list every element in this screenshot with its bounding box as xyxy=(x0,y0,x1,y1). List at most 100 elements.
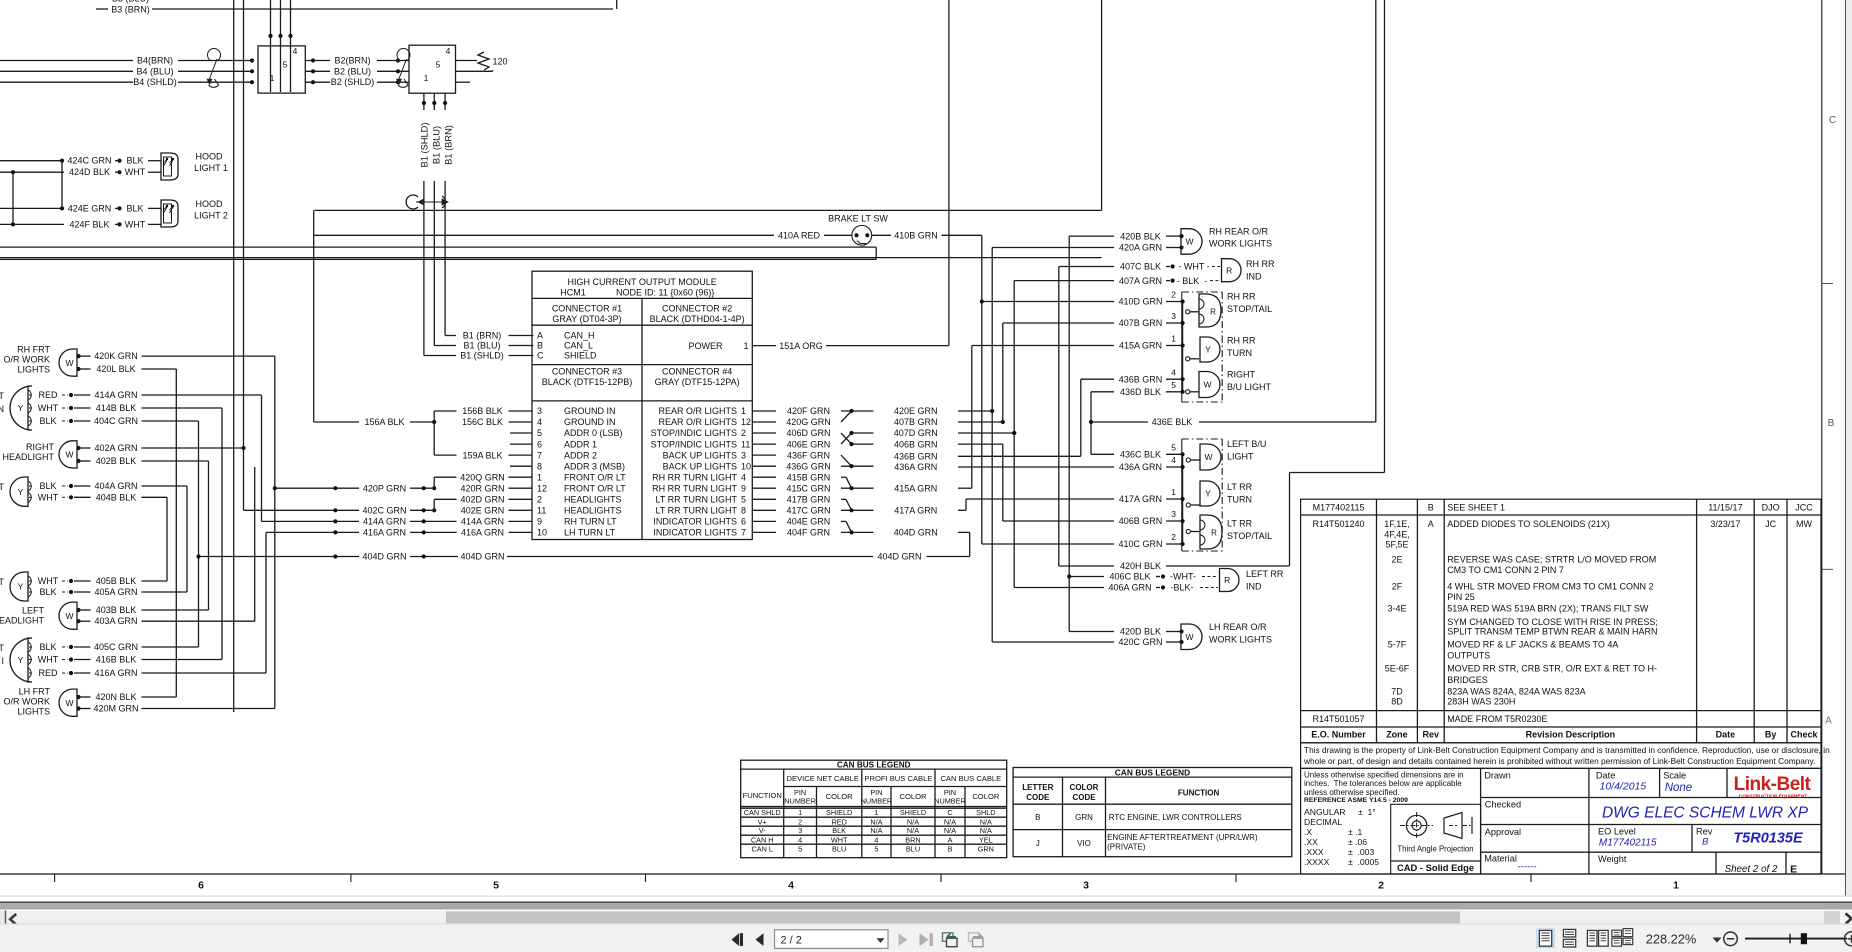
svg-text:5: 5 xyxy=(493,880,499,892)
svg-text:RTC ENGINE, LWR CONTROLLERS: RTC ENGINE, LWR CONTROLLERS xyxy=(1109,813,1242,822)
svg-text:2: 2 xyxy=(798,817,802,826)
svg-text:MOVED RR STR, CRB STR, O/R EXT: MOVED RR STR, CRB STR, O/R EXT & RET TO … xyxy=(1447,664,1657,674)
svg-text:± 1°: ± 1° xyxy=(1358,807,1376,817)
svg-text:420L BLK: 420L BLK xyxy=(96,364,135,374)
svg-text:CONNECTOR #2: CONNECTOR #2 xyxy=(662,303,732,313)
svg-text:WHT: WHT xyxy=(38,403,59,413)
svg-text:B1 (BRN): B1 (BRN) xyxy=(444,125,454,165)
svg-text:W: W xyxy=(1203,380,1211,390)
svg-text:420E GRN: 420E GRN xyxy=(894,406,938,416)
svg-text:.XX: .XX xyxy=(1304,837,1318,847)
svg-text:N/A: N/A xyxy=(980,826,992,835)
svg-text:MW: MW xyxy=(1796,519,1812,529)
svg-text:402E GRN: 402E GRN xyxy=(461,506,505,516)
svg-text:WHT: WHT xyxy=(38,576,59,586)
svg-text:1F,1E,: 1F,1E, xyxy=(1384,519,1410,529)
svg-text:------: ------ xyxy=(1518,862,1537,873)
svg-text:WHT: WHT xyxy=(125,219,146,229)
svg-text:M177402115: M177402115 xyxy=(1599,837,1657,848)
svg-text:BLK: BLK xyxy=(39,416,56,426)
svg-text:RIGHT: RIGHT xyxy=(26,442,55,452)
svg-text:B: B xyxy=(1035,813,1040,822)
svg-text:LT RR TURN LIGHT: LT RR TURN LIGHT xyxy=(655,506,737,516)
svg-text:5: 5 xyxy=(283,60,288,70)
svg-text:COLOR: COLOR xyxy=(899,792,927,801)
svg-text:1: 1 xyxy=(1171,487,1176,497)
svg-text:1: 1 xyxy=(741,406,746,416)
svg-text:420B BLK: 420B BLK xyxy=(1120,231,1161,241)
svg-text:420A GRN: 420A GRN xyxy=(1119,243,1162,253)
svg-text:EO Level: EO Level xyxy=(1598,827,1636,837)
svg-text:B: B xyxy=(537,341,543,351)
svg-text:W: W xyxy=(65,698,73,708)
svg-text:SHIELD: SHIELD xyxy=(564,351,597,361)
svg-text:436C BLK: 436C BLK xyxy=(1120,450,1161,460)
svg-text:404F GRN: 404F GRN xyxy=(787,528,830,538)
svg-text:2F: 2F xyxy=(1392,582,1403,592)
svg-text:2E: 2E xyxy=(1391,555,1402,565)
svg-text:REAR O/R LIGHTS: REAR O/R LIGHTS xyxy=(658,417,737,427)
svg-text:R: R xyxy=(1210,308,1216,317)
svg-text:DEVICE NET CABLE: DEVICE NET CABLE xyxy=(787,774,859,783)
svg-text:CAN L: CAN L xyxy=(751,844,773,853)
svg-text:B1 (BRN): B1 (BRN) xyxy=(463,331,502,341)
svg-text:B4 (SHLD): B4 (SHLD) xyxy=(133,77,177,87)
svg-text:402B BLK: 402B BLK xyxy=(96,456,137,466)
svg-text:403B BLK: 403B BLK xyxy=(96,605,137,615)
svg-text:.XXXX: .XXXX xyxy=(1304,857,1330,867)
svg-text:406B GRN: 406B GRN xyxy=(1119,516,1163,526)
svg-text:N/A: N/A xyxy=(944,826,956,835)
svg-text:424D BLK: 424D BLK xyxy=(69,167,110,177)
svg-text:LIGHTS: LIGHTS xyxy=(17,365,50,375)
svg-text:INDICATOR LIGHTS: INDICATOR LIGHTS xyxy=(653,517,737,527)
svg-text:11/15/17: 11/15/17 xyxy=(1708,502,1742,512)
svg-text:HIGH CURRENT OUTPUT MODULE: HIGH CURRENT OUTPUT MODULE xyxy=(568,277,717,287)
svg-text:6: 6 xyxy=(741,517,746,527)
svg-text:4: 4 xyxy=(446,46,451,56)
svg-text:Approval: Approval xyxy=(1485,827,1521,837)
svg-text:RED: RED xyxy=(38,668,58,678)
svg-text:5E-6F: 5E-6F xyxy=(1385,664,1410,674)
svg-text:B2 (BLU): B2 (BLU) xyxy=(334,66,371,76)
svg-text:C: C xyxy=(537,351,544,361)
svg-text:COLOR: COLOR xyxy=(972,792,1000,801)
svg-text:420M GRN: 420M GRN xyxy=(93,704,138,714)
svg-text:This drawing is the property o: This drawing is the property of Link-Bel… xyxy=(1304,745,1830,755)
svg-text:SPLIT TRANSM TEMP BTWN REAR &: SPLIT TRANSM TEMP BTWN REAR & MAIN HARN xyxy=(1447,627,1657,637)
svg-text:I: I xyxy=(1,656,4,666)
svg-text:3-4E: 3-4E xyxy=(1387,604,1406,614)
svg-text:2: 2 xyxy=(1171,532,1176,542)
svg-text:NUMBER: NUMBER xyxy=(861,797,893,806)
svg-text:whole or part, of design and d: whole or part, of design and details con… xyxy=(1303,756,1815,766)
svg-text:4: 4 xyxy=(874,835,878,844)
svg-text:424C GRN: 424C GRN xyxy=(67,156,111,166)
svg-text:4F,4E,: 4F,4E, xyxy=(1384,529,1410,539)
svg-text:GRAY (DTF15-12PA): GRAY (DTF15-12PA) xyxy=(655,377,740,387)
svg-text:436A GRN: 436A GRN xyxy=(894,462,937,472)
svg-text:FUNCTION: FUNCTION xyxy=(743,791,782,800)
svg-text:STOP/TAIL: STOP/TAIL xyxy=(1227,304,1272,314)
svg-text:W: W xyxy=(1185,237,1193,247)
svg-text:402A GRN: 402A GRN xyxy=(94,443,137,453)
svg-text:T: T xyxy=(0,577,5,587)
svg-text:Material: Material xyxy=(1484,854,1517,864)
svg-text:NUMBER: NUMBER xyxy=(784,797,816,806)
svg-text:8D: 8D xyxy=(1391,697,1403,707)
svg-text:Drawn: Drawn xyxy=(1484,771,1511,781)
svg-text:GRN: GRN xyxy=(978,844,994,853)
svg-text:RH RR: RH RR xyxy=(1227,292,1256,302)
svg-text:J: J xyxy=(1036,839,1040,848)
svg-text:CONNECTOR #4: CONNECTOR #4 xyxy=(662,367,732,377)
svg-text:R: R xyxy=(1226,265,1232,275)
svg-text:BLACK (DTF15-12PB): BLACK (DTF15-12PB) xyxy=(542,377,633,387)
svg-text:REAR O/R LIGHTS: REAR O/R LIGHTS xyxy=(658,406,737,416)
svg-text:LIGHT 2: LIGHT 2 xyxy=(194,211,228,221)
svg-text:420R GRN: 420R GRN xyxy=(460,483,504,493)
svg-text:BLK: BLK xyxy=(832,826,846,835)
svg-text:410B GRN: 410B GRN xyxy=(894,231,938,241)
svg-text:EADLIGHT: EADLIGHT xyxy=(0,616,44,626)
svg-text:RIGHT: RIGHT xyxy=(1227,369,1256,379)
svg-text:COLOR: COLOR xyxy=(1070,783,1099,792)
svg-text:CODE: CODE xyxy=(1072,793,1096,802)
svg-text:417A GRN: 417A GRN xyxy=(1119,494,1162,504)
